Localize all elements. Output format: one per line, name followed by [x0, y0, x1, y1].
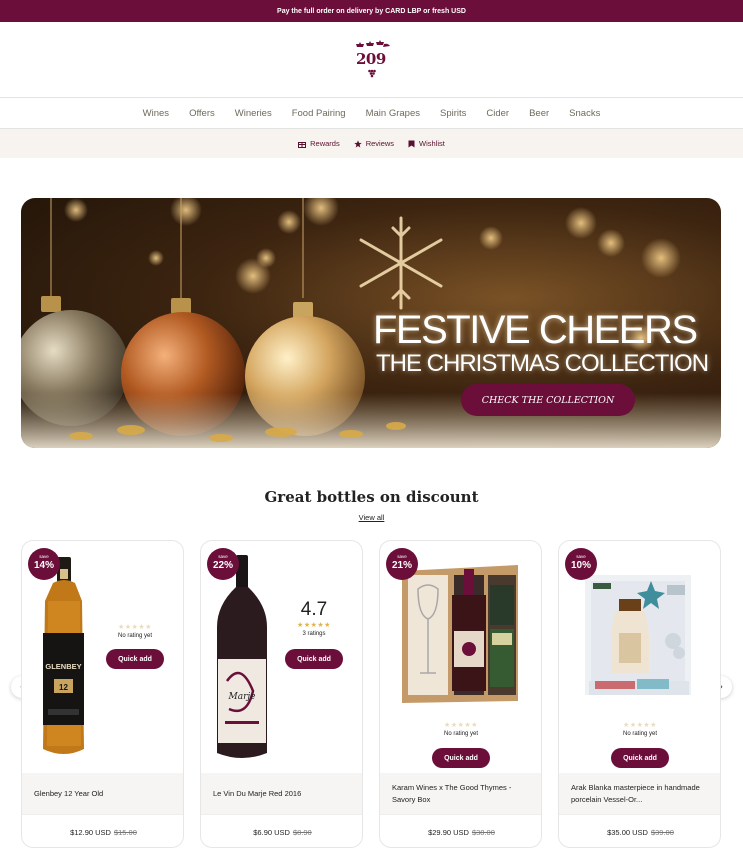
current-price: $6.90 USD — [253, 827, 290, 837]
snowflake — [359, 216, 443, 310]
product-name[interactable]: Karam Wines x The Good Thymes - Savory B… — [380, 773, 541, 814]
product-name[interactable]: Le Vin Du Marje Red 2016 — [201, 773, 362, 814]
discount-label: save — [218, 554, 228, 559]
nav-item-beer[interactable]: Beer — [519, 108, 559, 119]
nav-item-wineries[interactable]: Wineries — [225, 108, 282, 119]
rating-value: 4.7 — [300, 599, 328, 620]
gift-icon — [298, 141, 307, 148]
discount-badge: save 22% — [207, 548, 239, 580]
svg-text:Marje: Marje — [228, 692, 256, 702]
wishlist-link[interactable]: Wishlist — [408, 139, 445, 148]
product-rating: 4.7 ★★★★★ 3 ratings — [289, 599, 339, 637]
quick-add-button[interactable]: Quick add — [432, 748, 490, 768]
product-rating: ★★★★★ No rating yet — [110, 623, 160, 639]
product-card[interactable]: GLENBEY 12 save 14% ★★★★★ No rating yet … — [21, 540, 184, 848]
old-price: $38.00 — [471, 827, 495, 837]
announcement-text: Pay the full order on delivery by CARD L… — [277, 7, 466, 15]
discount-value: 10% — [570, 560, 591, 571]
product-price: $6.90 USD $8.90 — [201, 814, 362, 847]
rating-text: No rating yet — [117, 633, 153, 639]
discount-badge: save 14% — [28, 548, 60, 580]
product-name[interactable]: Glenbey 12 Year Old — [22, 773, 183, 814]
product-price: $29.90 USD $38.00 — [380, 814, 541, 847]
product-price: $35.00 USD $39.00 — [559, 814, 720, 847]
product-card[interactable]: Marje save 22% 4.7 ★★★★★ 3 ratings Quick… — [200, 540, 363, 848]
discount-value: 22% — [212, 560, 233, 571]
rating-text: 3 ratings — [302, 631, 326, 637]
banner-headline: FESTIVE CHEERS — [373, 308, 698, 352]
quick-add-button[interactable]: Quick add — [285, 649, 343, 669]
rating-stars-icon: ★★★★★ — [623, 722, 657, 729]
current-price: $12.90 USD — [70, 827, 111, 837]
quick-add-button[interactable]: Quick add — [106, 649, 164, 669]
current-price: $29.90 USD — [428, 827, 469, 837]
discount-label: save — [397, 554, 407, 559]
nav-item-spirits[interactable]: Spirits — [430, 108, 476, 119]
bookmark-icon — [408, 140, 415, 147]
check-collection-button[interactable]: CHECK THE COLLECTION — [461, 384, 635, 416]
current-price: $35.00 USD — [607, 827, 648, 837]
nav-item-main-grapes[interactable]: Main Grapes — [356, 108, 430, 119]
product-card[interactable]: save 21% ★★★★★ No rating yet Quick add K… — [379, 540, 542, 848]
section-title: Great bottles on discount — [264, 488, 479, 506]
site-header: 209 — [0, 22, 743, 98]
main-navigation: Wines Offers Wineries Food Pairing Main … — [0, 98, 743, 129]
svg-text:GLENBEY: GLENBEY — [45, 662, 81, 671]
rating-stars-icon: ★★★★★ — [297, 622, 331, 629]
nav-item-wines[interactable]: Wines — [133, 108, 179, 119]
discount-value: 21% — [391, 560, 412, 571]
banner-subheadline: THE CHRISTMAS COLLECTION — [376, 350, 709, 377]
discount-value: 14% — [33, 560, 54, 571]
star-icon — [354, 139, 362, 147]
product-rating: ★★★★★ No rating yet — [436, 721, 486, 737]
secondary-navigation: Rewards Reviews Wishlist — [0, 129, 743, 158]
product-name[interactable]: Arak Blanka masterpiece in handmade porc… — [559, 773, 720, 814]
nav-item-cider[interactable]: Cider — [476, 108, 519, 119]
discount-label: save — [39, 554, 49, 559]
rewards-label: Rewards — [310, 139, 340, 148]
product-rating: ★★★★★ No rating yet — [615, 721, 665, 737]
logo-number: 209 — [356, 50, 386, 68]
rating-stars-icon: ★★★★★ — [444, 722, 478, 729]
hero-banner[interactable]: FESTIVE CHEERS THE CHRISTMAS COLLECTION … — [21, 198, 721, 448]
nav-item-offers[interactable]: Offers — [179, 108, 225, 119]
nav-item-food-pairing[interactable]: Food Pairing — [282, 108, 356, 119]
rating-text: No rating yet — [443, 731, 479, 737]
announcement-bar: Pay the full order on delivery by CARD L… — [0, 0, 743, 22]
view-all-link[interactable]: View all — [0, 513, 743, 522]
nav-item-snacks[interactable]: Snacks — [559, 108, 610, 119]
discount-badge: save 10% — [565, 548, 597, 580]
quick-add-button[interactable]: Quick add — [611, 748, 669, 768]
product-card[interactable]: save 10% ★★★★★ No rating yet Quick add A… — [558, 540, 721, 848]
store-logo[interactable]: 209 — [350, 38, 394, 82]
old-price: $8.90 — [292, 827, 312, 837]
svg-text:12: 12 — [59, 683, 68, 692]
old-price: $15.00 — [113, 827, 137, 837]
product-price: $12.90 USD $15.00 — [22, 814, 183, 847]
reviews-link[interactable]: Reviews — [354, 139, 394, 148]
old-price: $39.00 — [650, 827, 674, 837]
rewards-link[interactable]: Rewards — [298, 139, 340, 148]
discount-label: save — [576, 554, 586, 559]
rating-stars-icon: ★★★★★ — [118, 624, 152, 631]
reviews-label: Reviews — [365, 139, 395, 148]
wishlist-label: Wishlist — [419, 139, 445, 148]
discount-badge: save 21% — [386, 548, 418, 580]
rating-text: No rating yet — [622, 731, 658, 737]
